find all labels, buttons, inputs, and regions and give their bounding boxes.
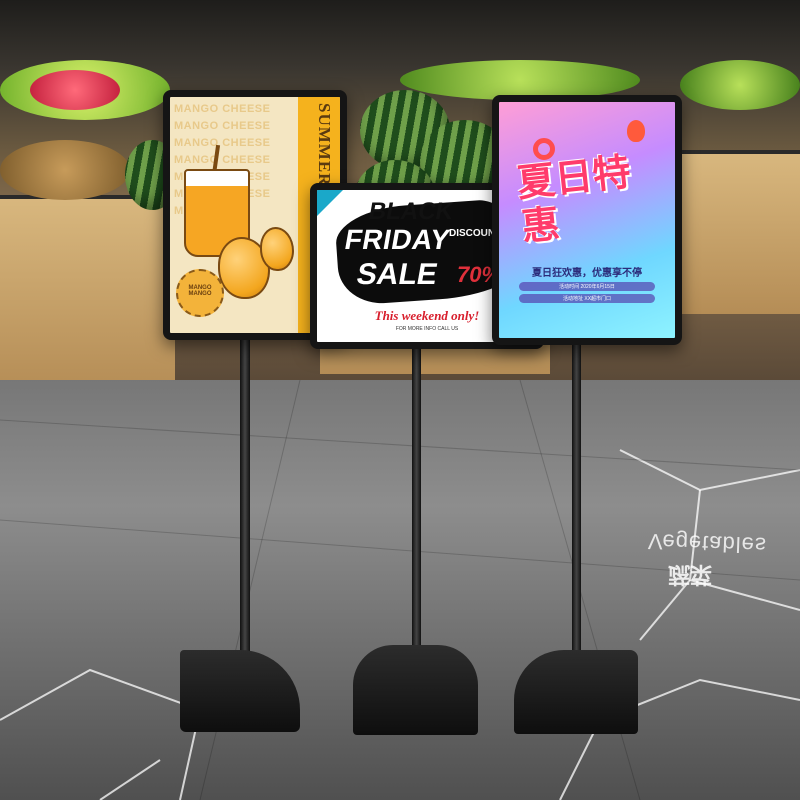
red-fruit-pile (30, 70, 120, 110)
friday-label: FRIDAY (342, 224, 453, 255)
black-label: BLACK (366, 198, 456, 225)
right-stand-base (514, 650, 638, 734)
photo-scene: Vegetables 蔬菜 MANGO CHEESE MANGO CHEESE … (0, 0, 800, 800)
corner-triangle-icon (317, 190, 343, 216)
right-stand-pole (572, 325, 581, 665)
produce-counter-right (665, 150, 800, 314)
summer-promo-subtitle: 夏日狂欢惠，优惠享不停 (532, 268, 642, 279)
cucumber-pile (400, 60, 640, 100)
mango-icon (260, 227, 294, 271)
summer-promo-sign: 夏日特惠 夏日狂欢惠，优惠享不停 活动时间 2020年6月15日 活动地址 XX… (492, 95, 682, 345)
hot-air-balloon-icon (627, 120, 645, 142)
middle-stand-pole (412, 335, 421, 665)
produce-counter-left (0, 195, 175, 389)
mango-badge: MANGO MANGO (176, 269, 224, 317)
floor-reflection-cn-text: 蔬菜 (668, 562, 713, 587)
coconut-pile (0, 140, 130, 200)
promo-detail-line: 活动地址 XX超市门口 (519, 294, 655, 303)
summer-promo-title: 夏日特惠 (514, 149, 633, 250)
sale-label: SALE (354, 258, 441, 291)
promo-detail-line: 活动时间 2020年6月15日 (519, 282, 655, 291)
middle-stand-base (353, 645, 478, 735)
green-vegetable-pile (680, 60, 800, 110)
floor-reflection-text: Vegetables (647, 528, 768, 559)
mango-badge-text: MANGO MANGO (188, 285, 212, 297)
